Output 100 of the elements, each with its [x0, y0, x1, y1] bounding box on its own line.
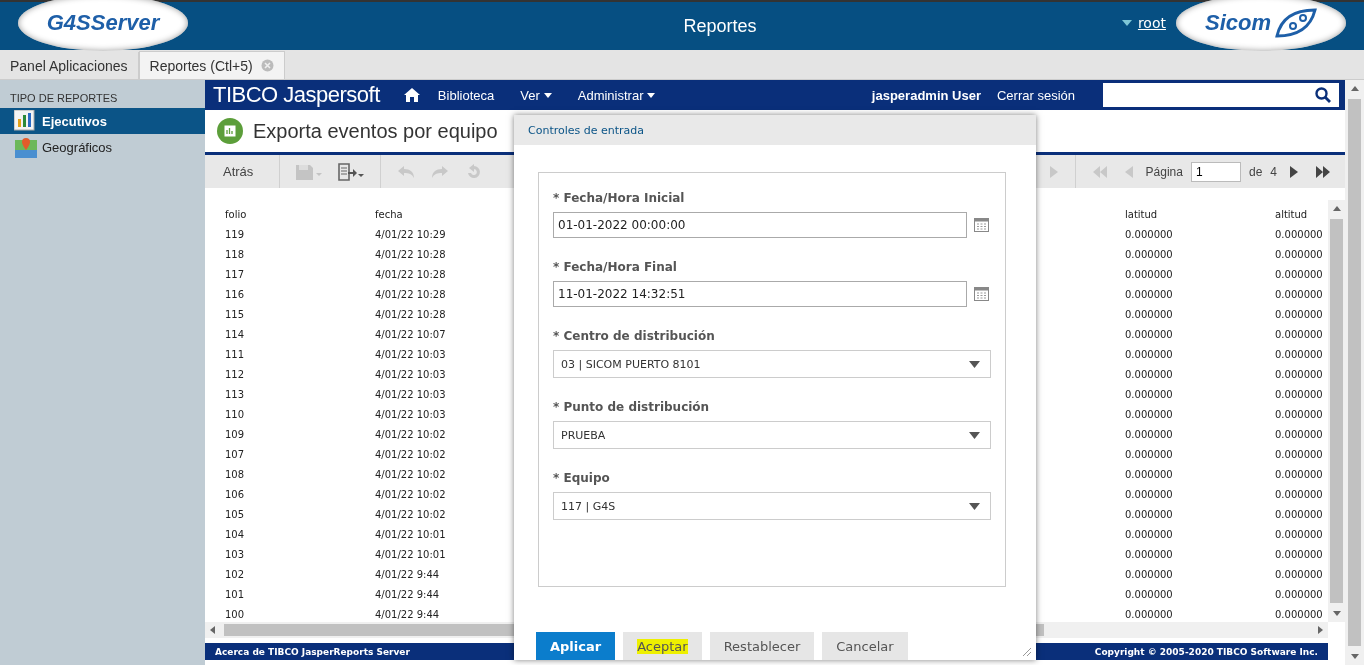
search-field[interactable]: [1103, 83, 1339, 107]
table-cell-text: 0.000000: [1125, 528, 1173, 542]
sidebar-item[interactable]: Ejecutivos: [0, 108, 205, 134]
copyright-text: Copyright © 2005-2020 TIBCO Software Inc.: [1094, 646, 1318, 657]
report-icon: [217, 118, 243, 144]
table-cell-text: 0.000000: [1125, 608, 1173, 622]
last-page-icon[interactable]: [1315, 164, 1331, 179]
tab[interactable]: Panel Aplicaciones: [0, 52, 139, 79]
table-cell-text: 0.000000: [1275, 548, 1323, 562]
field-label: * Punto de distribución: [553, 400, 711, 414]
table-cell-text: 4/01/22 10:02: [375, 428, 446, 442]
scrollbar[interactable]: [1345, 80, 1364, 665]
column-header: altitud: [1275, 208, 1308, 222]
table-cell-text: 110: [225, 408, 245, 422]
dialog-button[interactable]: Cancelar: [822, 632, 908, 660]
table-cell-text: 4/01/22 10:03: [375, 348, 446, 362]
close-icon[interactable]: [260, 59, 274, 72]
logout-link[interactable]: Cerrar sesión: [996, 87, 1075, 103]
table-cell-text: 4/01/22 10:28: [375, 288, 446, 302]
table-cell-text: 0.000000: [1275, 408, 1323, 422]
scrollbar[interactable]: [1328, 200, 1345, 622]
table-cell-text: 0.000000: [1275, 508, 1323, 522]
tab[interactable]: Reportes (Ctl+5): [138, 51, 285, 79]
page-count: 4: [1270, 164, 1277, 179]
dropdown[interactable]: 03 | SICOM PUERTO 8101: [553, 350, 991, 378]
search-icon[interactable]: [1315, 87, 1331, 103]
table-cell-text: 4/01/22 10:02: [375, 488, 446, 502]
table-cell-text: 4/01/22 10:01: [375, 548, 446, 562]
undo-icon[interactable]: [397, 164, 416, 179]
table-cell-text: 0.000000: [1275, 488, 1323, 502]
table-cell-text: 4/01/22 9:44: [375, 588, 440, 602]
table-cell-text: 4/01/22 10:03: [375, 388, 446, 402]
dropdown[interactable]: 117 | G4S: [553, 492, 991, 520]
table-cell-text: 0.000000: [1125, 328, 1173, 342]
export-icon[interactable]: [338, 162, 365, 181]
table-cell-text: 0.000000: [1275, 368, 1323, 382]
table-cell-text: 0.000000: [1125, 568, 1173, 582]
table-cell-text: 0.000000: [1125, 488, 1173, 502]
date-field[interactable]: 01-01-2022 00:00:00: [553, 212, 967, 238]
menu-item[interactable]: Ver: [520, 87, 552, 103]
table-cell-text: 4/01/22 10:28: [375, 308, 446, 322]
table-cell-text: 0.000000: [1275, 608, 1323, 622]
menu-item[interactable]: Biblioteca: [437, 87, 495, 103]
table-cell-text: 0.000000: [1125, 588, 1173, 602]
sidebar-item[interactable]: Geográficos: [0, 134, 205, 160]
table-cell-text: 0.000000: [1275, 428, 1323, 442]
next-icon[interactable]: [1289, 164, 1299, 179]
caret-icon[interactable]: [1121, 20, 1132, 26]
home-icon[interactable]: [403, 88, 420, 102]
field-label: * Equipo: [553, 471, 611, 485]
table-cell-text: 0.000000: [1275, 468, 1323, 482]
user-link[interactable]: root: [1137, 15, 1166, 31]
table-cell-text: 113: [225, 388, 245, 402]
table-cell-text: 0.000000: [1125, 248, 1173, 262]
redo-icon[interactable]: [431, 164, 450, 179]
table-cell-text: 0.000000: [1275, 388, 1323, 402]
page-label: Página: [1145, 164, 1183, 179]
first-page-icon[interactable]: [1091, 164, 1108, 179]
menu-item[interactable]: Administrar: [577, 87, 656, 103]
dialog-button[interactable]: Restablecer: [709, 632, 815, 660]
table-cell-text: 114: [225, 328, 245, 342]
page-of-label: de: [1248, 164, 1263, 179]
about-link[interactable]: Acerca de TIBCO JasperReports Server: [215, 646, 410, 657]
report-title: Exporta eventos por equipo: [253, 119, 498, 143]
table-cell-text: 0.000000: [1125, 288, 1173, 302]
caret-icon: [969, 502, 980, 510]
table-cell-text: 0.000000: [1125, 428, 1173, 442]
table-cell-text: 0.000000: [1125, 548, 1173, 562]
table-cell-text: 4/01/22 10:02: [375, 448, 446, 462]
save-icon[interactable]: [296, 163, 323, 180]
back-button[interactable]: Atrás: [205, 164, 272, 179]
table-cell-text: 0.000000: [1275, 568, 1323, 582]
calendar-icon[interactable]: [974, 218, 989, 232]
table-cell-text: 4/01/22 9:44: [375, 608, 440, 622]
dialog-button[interactable]: Aceptar: [623, 632, 702, 660]
previous-icon[interactable]: [1123, 164, 1134, 179]
table-cell-text: 0.000000: [1125, 228, 1173, 242]
table-cell-text: 4/01/22 10:28: [375, 248, 446, 262]
table-cell-text: 0.000000: [1275, 588, 1323, 602]
table-cell-text: 0.000000: [1275, 268, 1323, 282]
table-cell-text: 100: [225, 608, 245, 622]
page-field[interactable]: 1: [1190, 161, 1241, 182]
table-cell-text: 116: [225, 288, 245, 302]
resize-grip-icon[interactable]: [1022, 647, 1032, 657]
section-heading: TIPO DE REPORTES: [9, 91, 119, 106]
table-cell-text: 111: [225, 348, 245, 362]
dialog-button[interactable]: Aplicar: [536, 632, 616, 660]
table-cell-text: 106: [225, 488, 245, 502]
leaf-icon: [1273, 8, 1317, 38]
table-cell-text: 4/01/22 10:28: [375, 268, 446, 282]
column-header: folio: [225, 208, 247, 222]
table-cell-text: 0.000000: [1125, 348, 1173, 362]
table-cell-text: 102: [225, 568, 245, 582]
calendar-icon[interactable]: [974, 287, 989, 301]
table-cell-text: 0.000000: [1125, 368, 1173, 382]
table-cell-text: 0.000000: [1125, 388, 1173, 402]
caret-icon: [969, 360, 980, 368]
date-field[interactable]: 11-01-2022 14:32:51: [553, 281, 967, 307]
dropdown[interactable]: PRUEBA: [553, 421, 991, 449]
table-cell-text: 0.000000: [1275, 448, 1323, 462]
